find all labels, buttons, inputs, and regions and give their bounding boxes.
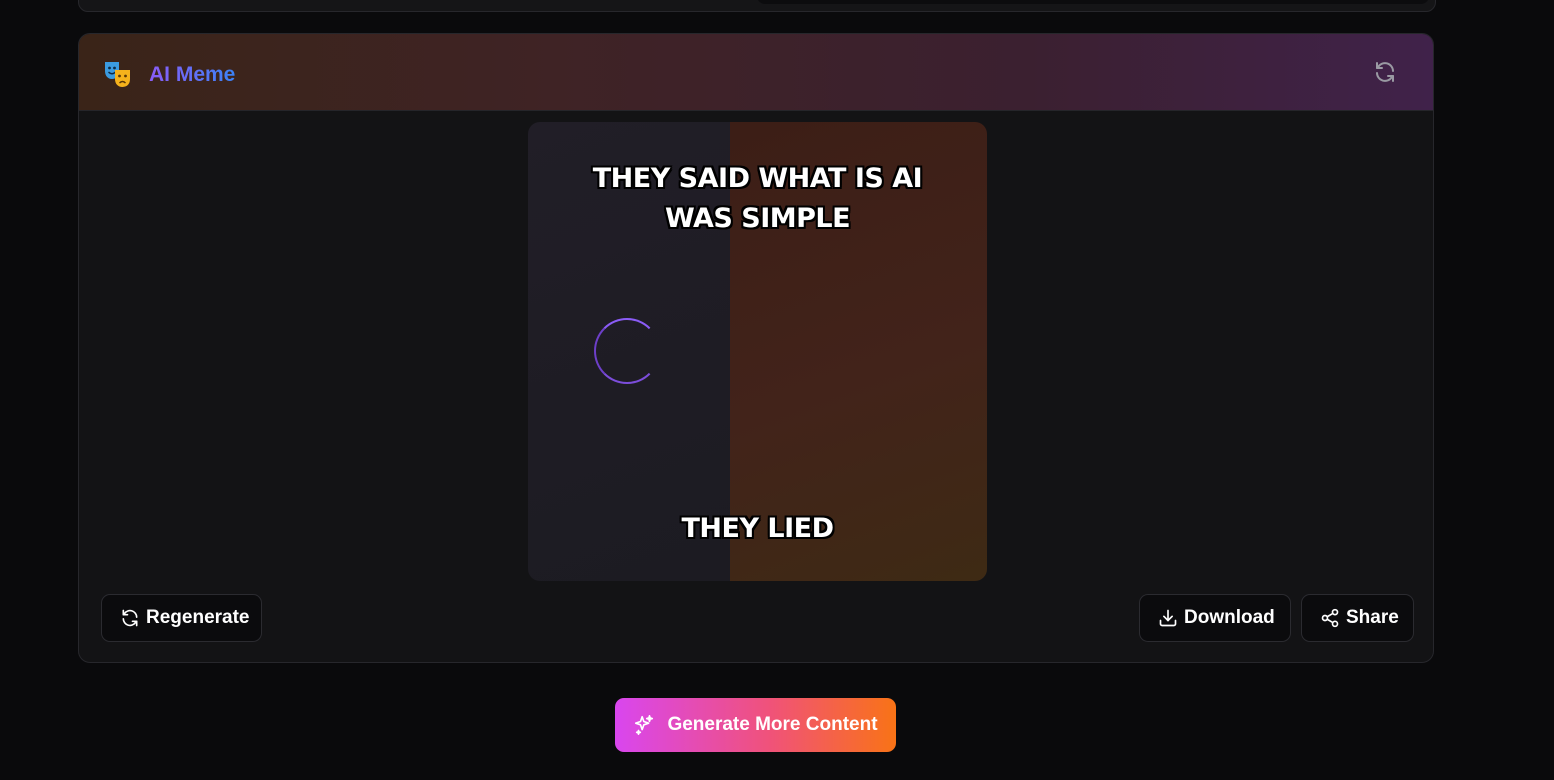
page: AI Meme THEY SAID WHAT IS AI WAS SIMPLE …	[0, 0, 1554, 780]
share-button[interactable]: Share	[1301, 594, 1414, 642]
theater-masks-icon	[105, 62, 130, 87]
share-label: Share	[1346, 607, 1399, 628]
download-label: Download	[1184, 607, 1275, 628]
download-button[interactable]: Download	[1139, 594, 1291, 642]
previous-card-panel	[757, 0, 1429, 4]
generate-more-content-label: Generate More Content	[667, 714, 878, 735]
sparkles-icon	[635, 715, 654, 735]
meme-bottom-text: THEY LIED	[681, 513, 834, 544]
regenerate-button[interactable]: Regenerate	[101, 594, 262, 642]
regenerate-label: Regenerate	[146, 607, 250, 628]
card-title: AI Meme	[149, 63, 236, 86]
refresh-icon[interactable]	[1373, 60, 1397, 84]
download-icon	[1159, 609, 1177, 627]
loading-spinner-icon	[594, 318, 660, 384]
meme-image: THEY SAID WHAT IS AI WAS SIMPLE THEY LIE…	[528, 122, 987, 581]
share-icon	[1321, 608, 1339, 628]
card-header: AI Meme	[79, 34, 1433, 111]
generate-more-content-button[interactable]: Generate More Content	[615, 698, 896, 752]
ai-meme-card: AI Meme THEY SAID WHAT IS AI WAS SIMPLE …	[78, 33, 1434, 663]
meme-top-text: THEY SAID WHAT IS AI WAS SIMPLE	[592, 163, 923, 234]
refresh-icon	[122, 609, 138, 627]
